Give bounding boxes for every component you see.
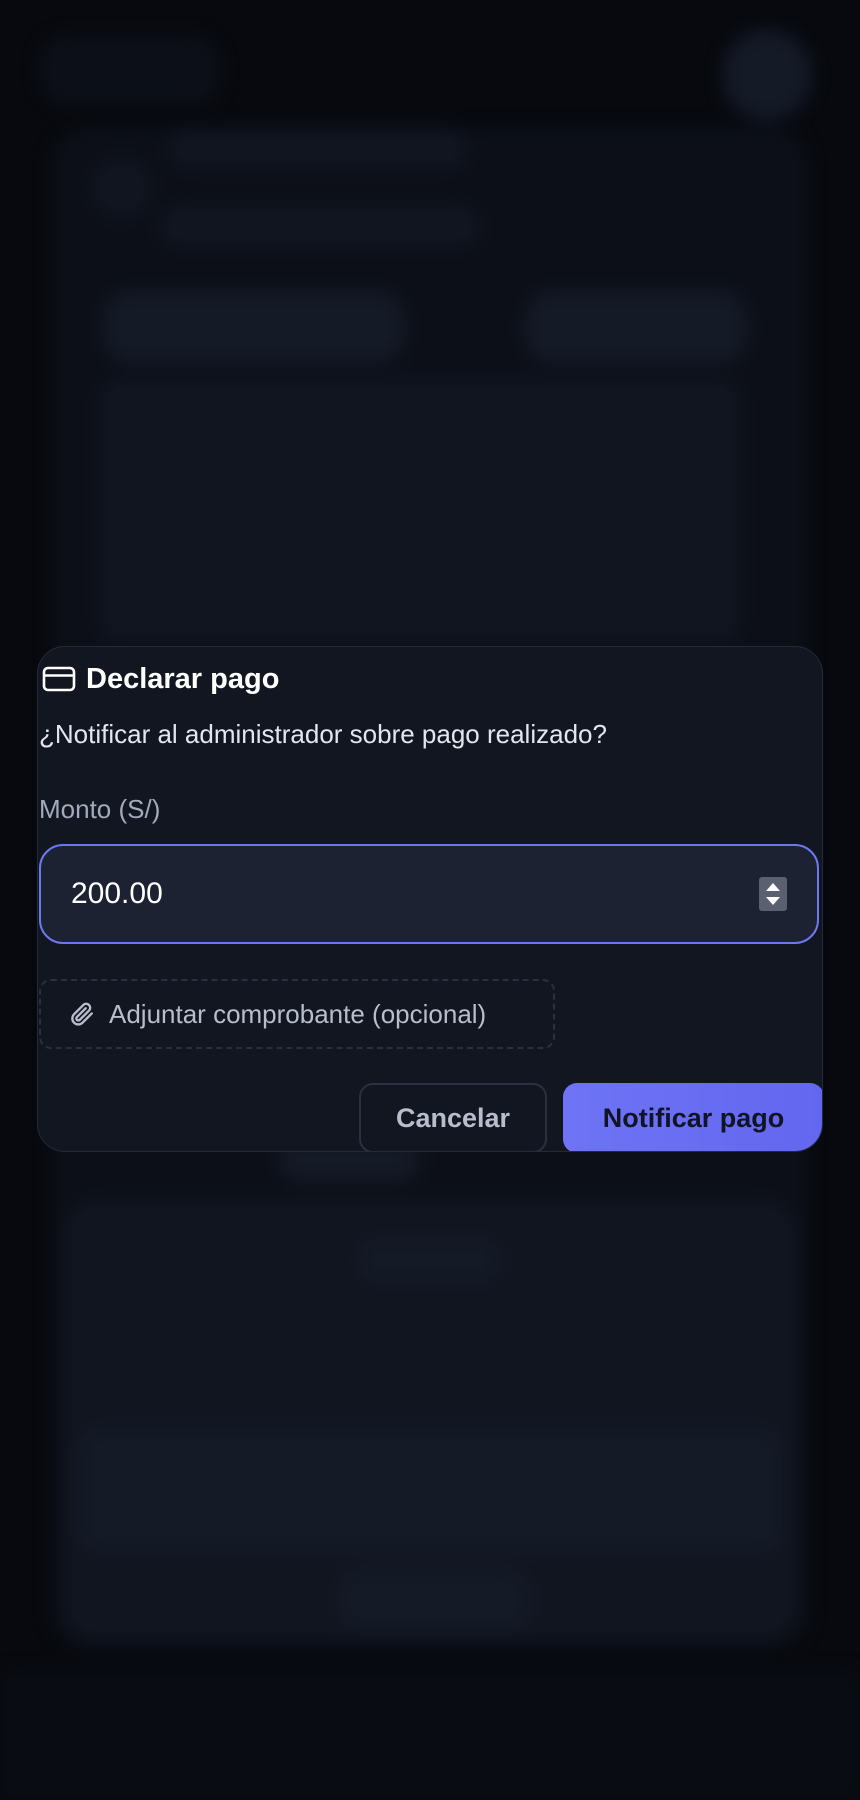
background-tab (104, 292, 404, 362)
attach-receipt-label: Adjuntar comprobante (opcional) (109, 998, 487, 1029)
background-avatar (722, 30, 812, 120)
background-tab (526, 292, 746, 362)
amount-label: Monto (S/) (39, 794, 161, 824)
notify-payment-button[interactable]: Notificar pago (563, 1083, 822, 1151)
background-bottom-nav (0, 1672, 860, 1800)
declare-payment-dialog: Declarar pago ¿Notificar al administrado… (37, 646, 823, 1152)
amount-input[interactable] (71, 846, 711, 942)
dialog-question: ¿Notificar al administrador sobre pago r… (39, 719, 607, 749)
background-card-subtitle (160, 206, 480, 246)
cancel-button[interactable]: Cancelar (359, 1083, 547, 1151)
screen: Declarar pago ¿Notificar al administrado… (0, 0, 860, 1800)
decrement-arrow-icon[interactable] (766, 897, 780, 905)
credit-card-icon (42, 666, 76, 692)
background-card-title (168, 128, 468, 168)
paperclip-icon (71, 1002, 93, 1026)
background-panel-title (360, 1240, 500, 1280)
background-row-pill (340, 1450, 530, 1510)
background-row-pill (340, 1570, 530, 1630)
increment-arrow-icon[interactable] (766, 883, 780, 891)
background-table (100, 380, 740, 640)
background-card-icon (92, 158, 152, 218)
amount-field (39, 844, 819, 944)
dialog-title-text: Declarar pago (86, 663, 280, 695)
amount-stepper[interactable] (759, 877, 787, 911)
dialog-title: Declarar pago (42, 659, 279, 699)
attach-receipt-button[interactable]: Adjuntar comprobante (opcional) (39, 979, 555, 1049)
background-header-pill (40, 35, 220, 105)
